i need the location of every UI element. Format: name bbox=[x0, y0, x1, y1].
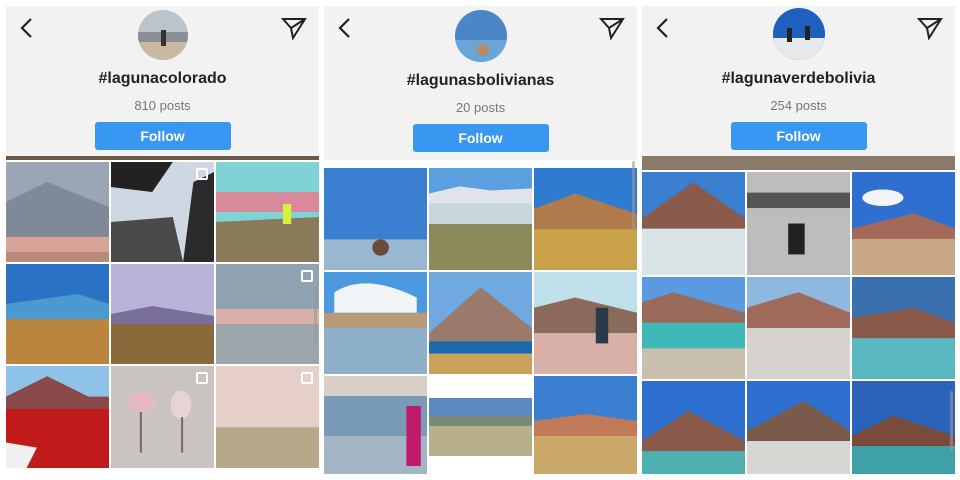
grid-photo[interactable] bbox=[216, 264, 319, 364]
paper-plane-icon[interactable] bbox=[917, 16, 943, 40]
profile-header: #lagunaverdebolivia 254 posts Follow bbox=[642, 6, 955, 156]
grid-photo[interactable] bbox=[642, 277, 745, 379]
scrollbar[interactable] bbox=[632, 161, 635, 231]
grid-photo[interactable] bbox=[111, 162, 214, 262]
grid-photo[interactable] bbox=[111, 366, 214, 468]
post-grid bbox=[642, 172, 955, 474]
avatar bbox=[454, 10, 507, 62]
paper-plane-icon[interactable] bbox=[599, 16, 625, 40]
grid-photo[interactable] bbox=[6, 162, 109, 262]
grid-photo[interactable] bbox=[852, 172, 955, 275]
follow-button[interactable]: Follow bbox=[94, 122, 231, 150]
grid-photo[interactable] bbox=[429, 272, 532, 374]
back-chevron-icon[interactable] bbox=[652, 16, 676, 40]
grid-photo[interactable] bbox=[324, 272, 427, 374]
post-count: 810 posts bbox=[134, 98, 191, 113]
hashtag-title: #lagunaverdebolivia bbox=[721, 70, 876, 87]
grid-photo[interactable] bbox=[429, 168, 532, 270]
grid-photo[interactable] bbox=[111, 264, 214, 364]
grid-photo[interactable] bbox=[747, 277, 850, 379]
carousel-icon bbox=[301, 270, 313, 282]
profile-header: #lagunacolorado 810 posts Follow bbox=[6, 6, 319, 156]
grid-photo[interactable] bbox=[747, 172, 850, 275]
carousel-icon bbox=[196, 168, 208, 180]
hashtag-title: #lagunacolorado bbox=[98, 70, 227, 87]
grid-photo[interactable] bbox=[216, 366, 319, 468]
hashtag-title: #lagunasbolivianas bbox=[406, 72, 555, 89]
profile-header: #lagunasbolivianas 20 posts Follow bbox=[324, 6, 637, 160]
hashtag-panel-lagunacolorado: #lagunacolorado 810 posts Follow bbox=[6, 6, 319, 474]
grid-photo[interactable] bbox=[642, 172, 745, 275]
avatar bbox=[772, 8, 825, 60]
partial-row bbox=[6, 156, 319, 160]
grid-photo[interactable] bbox=[852, 381, 955, 474]
grid-photo[interactable] bbox=[216, 162, 319, 262]
grid-photo[interactable] bbox=[642, 381, 745, 474]
follow-button[interactable]: Follow bbox=[412, 124, 549, 152]
post-count: 254 posts bbox=[770, 98, 827, 113]
grid-photo[interactable] bbox=[324, 168, 427, 270]
carousel-icon bbox=[196, 372, 208, 384]
back-chevron-icon[interactable] bbox=[16, 16, 40, 40]
grid-photo[interactable] bbox=[747, 381, 850, 474]
paper-plane-icon[interactable] bbox=[281, 16, 307, 40]
hashtag-panel-lagunaverdebolivia: #lagunaverdebolivia 254 posts Follow bbox=[642, 6, 955, 474]
grid-photo[interactable] bbox=[534, 272, 637, 374]
post-count: 20 posts bbox=[455, 100, 506, 115]
avatar bbox=[137, 10, 188, 60]
back-chevron-icon[interactable] bbox=[334, 16, 358, 40]
grid-photo[interactable] bbox=[429, 376, 532, 474]
grid-photo[interactable] bbox=[852, 277, 955, 379]
post-grid bbox=[324, 168, 637, 474]
grid-photo[interactable] bbox=[534, 376, 637, 474]
grid-photo[interactable] bbox=[6, 264, 109, 364]
grid-photo[interactable] bbox=[324, 376, 427, 474]
grid-photo[interactable] bbox=[6, 366, 109, 468]
scrollbar[interactable] bbox=[950, 391, 953, 451]
grid-photo[interactable] bbox=[534, 168, 637, 270]
scrollbar[interactable] bbox=[314, 286, 317, 346]
post-grid bbox=[6, 162, 319, 468]
hashtag-panel-lagunasbolivianas: #lagunasbolivianas 20 posts Follow bbox=[324, 6, 637, 474]
carousel-icon bbox=[301, 372, 313, 384]
partial-row bbox=[642, 156, 955, 170]
follow-button[interactable]: Follow bbox=[730, 122, 867, 150]
